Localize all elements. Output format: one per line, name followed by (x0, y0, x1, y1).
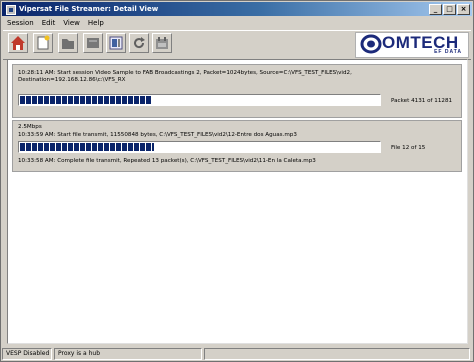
app-icon (6, 5, 16, 15)
file-panel: 2.5Mbps 10:33:59 AM: Start file transmit… (12, 120, 462, 172)
packet-progress-label: Packet 4131 of 11281 (391, 98, 453, 104)
session-panel: 10:28:11 AM: Start session Video Sample … (12, 64, 462, 118)
transfer-rate: 2.5Mbps (18, 124, 42, 130)
window-controls: _ □ × (429, 4, 470, 15)
detail-view-button[interactable] (106, 33, 126, 53)
packet-progress-fill (20, 96, 153, 104)
menu-session[interactable]: Session (3, 19, 38, 27)
session-destination-log: Destination=192.168.12.86\c:\VFS_RX (18, 77, 126, 83)
menu-help[interactable]: Help (84, 19, 108, 27)
status-empty (204, 348, 470, 360)
file-progress-bar (18, 141, 381, 153)
open-button[interactable] (58, 33, 78, 53)
refresh-button[interactable] (129, 33, 149, 53)
menu-edit[interactable]: Edit (38, 19, 60, 27)
close-button[interactable]: × (457, 4, 470, 15)
main-window: Vipersat File Streamer: Detail View _ □ … (0, 0, 474, 362)
logo-subtext: EF DATA (434, 49, 462, 55)
status-bar: VESP Disabled Proxy is a hub (2, 348, 472, 360)
toolbar: OMTECH EF DATA (3, 30, 471, 60)
open-folder-icon (62, 39, 74, 49)
detail-view-area: 10:28:11 AM: Start session Video Sample … (7, 59, 468, 344)
menu-view[interactable]: View (59, 19, 84, 27)
comtech-logo: OMTECH EF DATA (355, 32, 469, 58)
title-bar[interactable]: Vipersat File Streamer: Detail View _ □ … (2, 2, 472, 16)
comtech-logo-icon (360, 34, 382, 54)
vesp-status: VESP Disabled (2, 348, 52, 360)
home-button[interactable] (8, 33, 28, 53)
packet-progress-bar (18, 94, 381, 106)
detail-view-icon (109, 36, 123, 50)
send-file-button[interactable] (83, 33, 103, 53)
file-transmit-start-log: 10:33:59 AM: Start file transmit, 115508… (18, 132, 297, 138)
session-start-log: 10:28:11 AM: Start session Video Sample … (18, 70, 352, 76)
window-title: Vipersat File Streamer: Detail View (19, 5, 159, 13)
minimize-button[interactable]: _ (429, 4, 442, 15)
home-icon (11, 36, 25, 50)
proxy-status: Proxy is a hub (54, 348, 202, 360)
new-file-button[interactable] (33, 33, 53, 53)
schedule-icon (156, 37, 168, 49)
menu-bar: Session Edit View Help (3, 17, 471, 29)
send-file-icon (87, 38, 99, 48)
maximize-button[interactable]: □ (443, 4, 456, 15)
file-progress-fill (20, 143, 154, 151)
new-file-icon (37, 35, 50, 50)
refresh-icon (134, 37, 145, 49)
file-progress-label: File 12 of 15 (391, 145, 426, 151)
file-transmit-complete-log: 10:33:58 AM: Complete file transmit, Rep… (18, 158, 316, 164)
schedule-button[interactable] (152, 33, 172, 53)
